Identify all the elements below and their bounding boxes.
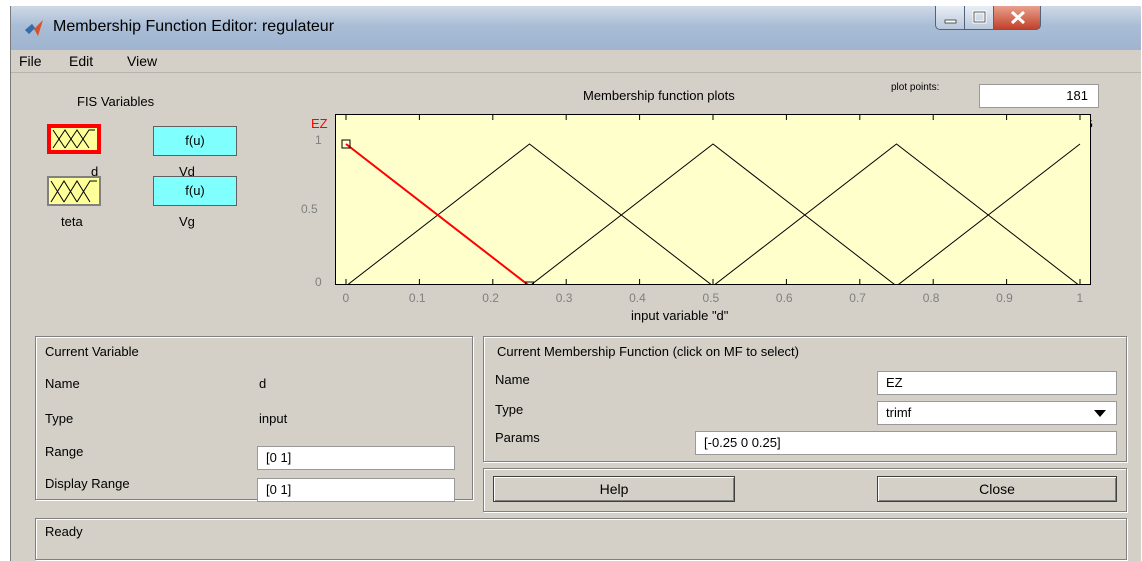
- mf-icon: [50, 180, 97, 203]
- output-variable-vd[interactable]: f(u): [153, 126, 237, 156]
- x-tick-label: 0: [342, 291, 350, 305]
- mf-plot-area[interactable]: [335, 114, 1091, 285]
- display-range-label: Display Range: [45, 476, 130, 491]
- maximize-button[interactable]: [964, 6, 994, 30]
- mf-plot[interactable]: [336, 115, 1090, 284]
- mf-type-label: Type: [495, 402, 524, 417]
- mf-curve-tp[interactable]: [346, 143, 1080, 284]
- mf-editor-window: Membership Function Editor: regulateur F…: [10, 6, 1141, 561]
- mf-name-input[interactable]: EZ: [877, 371, 1117, 395]
- maximize-icon: [972, 10, 987, 24]
- x-tick-label: 0.8: [922, 291, 940, 305]
- matlab-icon: [25, 20, 43, 36]
- mf-curve-tg[interactable]: [346, 143, 1081, 284]
- help-button[interactable]: Help: [493, 476, 735, 502]
- menu-bar: File Edit View: [11, 50, 1141, 73]
- input-variable-teta[interactable]: [47, 176, 101, 206]
- dropdown-arrow-icon: [1094, 410, 1106, 417]
- status-text: Ready: [45, 524, 83, 539]
- mf-type-value: trimf: [886, 405, 912, 420]
- y-tick-label: 0.5: [301, 202, 318, 216]
- input-variable-teta-label: teta: [61, 214, 83, 229]
- variable-name-label: Name: [45, 376, 80, 391]
- mf-label-ez[interactable]: EZ: [311, 116, 328, 131]
- x-tick-label: 0.2: [482, 291, 499, 305]
- mf-curve-ez[interactable]: [345, 143, 1080, 284]
- output-variable-vg-label: Vg: [179, 214, 195, 229]
- status-panel: [35, 518, 1127, 560]
- mf-type-select[interactable]: trimf: [877, 401, 1117, 425]
- mf-curve-g[interactable]: [346, 143, 1080, 284]
- close-icon: [1010, 10, 1026, 25]
- x-tick-label: 0.5: [702, 291, 720, 305]
- menu-view[interactable]: View: [127, 53, 157, 69]
- close-button[interactable]: Close: [877, 476, 1117, 502]
- variable-type-label: Type: [45, 411, 74, 426]
- range-input[interactable]: [0 1]: [257, 446, 455, 470]
- plot-points-input[interactable]: 181: [979, 84, 1099, 108]
- x-tick-label: 0.1: [408, 291, 426, 305]
- plot-heading: Membership function plots: [583, 88, 735, 103]
- x-tick-label: 0.9: [996, 291, 1013, 305]
- range-label: Range: [45, 444, 84, 459]
- variable-type-value: input: [259, 411, 288, 426]
- display-range-input[interactable]: [0 1]: [257, 478, 455, 502]
- x-tick-label: 0.4: [629, 291, 646, 305]
- y-tick-label: 1: [315, 133, 322, 147]
- plot-points-label: plot points:: [891, 82, 940, 93]
- x-tick-label: 0.3: [555, 291, 573, 305]
- x-tick-label: 0.6: [775, 291, 793, 305]
- x-tick-label: 0.7: [849, 291, 866, 305]
- input-variable-d[interactable]: [47, 124, 101, 154]
- current-mf-heading: Current Membership Function (click on MF…: [497, 344, 799, 359]
- fis-variables-heading: FIS Variables: [77, 94, 155, 109]
- x-axis-label: input variable "d": [631, 308, 729, 323]
- mf-params-label: Params: [495, 430, 540, 445]
- menu-file[interactable]: File: [19, 53, 42, 69]
- output-variable-vg[interactable]: f(u): [153, 176, 237, 206]
- window-title: Membership Function Editor: regulateur: [53, 18, 335, 35]
- variable-name-value: d: [259, 376, 267, 391]
- minimize-icon: [944, 19, 957, 24]
- mf-name-label: Name: [495, 372, 530, 387]
- title-bar[interactable]: Membership Function Editor: regulateur: [11, 6, 1141, 50]
- mf-params-input[interactable]: [-0.25 0 0.25]: [695, 431, 1117, 455]
- y-tick-label: 0: [315, 275, 322, 289]
- current-variable-heading: Current Variable: [45, 344, 139, 359]
- minimize-button[interactable]: [935, 6, 965, 30]
- close-window-button[interactable]: [993, 6, 1041, 30]
- x-tick-label: 1: [1076, 291, 1084, 305]
- mf-icon: [52, 129, 95, 149]
- mf-curve-p[interactable]: [346, 143, 1080, 284]
- menu-edit[interactable]: Edit: [69, 53, 93, 69]
